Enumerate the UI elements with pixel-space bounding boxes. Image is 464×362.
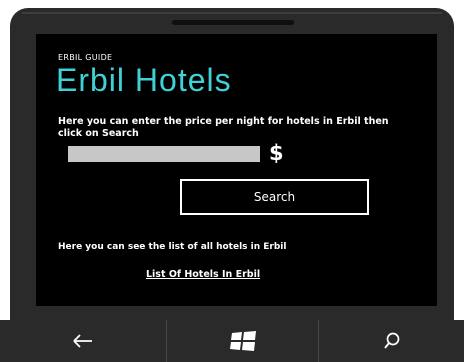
currency-symbol: $ [269, 141, 284, 165]
back-icon [73, 334, 92, 348]
search-icon [383, 332, 399, 349]
app-label: ERBIL GUIDE [58, 53, 113, 62]
nav-back-button[interactable] [0, 320, 166, 362]
hotel-list-link[interactable]: List Of Hotels In Erbil [146, 269, 260, 280]
nav-search-button[interactable] [319, 320, 464, 362]
price-input[interactable] [68, 146, 260, 162]
windows-start-icon [229, 331, 256, 351]
page-title: Erbil Hotels [56, 62, 232, 98]
nav-start-button[interactable] [167, 320, 318, 362]
app-screen: ERBIL GUIDE Erbil Hotels Here you can en… [36, 34, 437, 306]
phone-frame: ERBIL GUIDE Erbil Hotels Here you can en… [0, 0, 464, 362]
earpiece-slot [172, 20, 294, 25]
search-button[interactable]: Search [180, 179, 369, 215]
bezel-highlight [22, 12, 442, 14]
price-instruction-text: Here you can enter the price per night f… [58, 116, 389, 139]
hotel-list-caption: Here you can see the list of all hotels … [58, 242, 287, 252]
